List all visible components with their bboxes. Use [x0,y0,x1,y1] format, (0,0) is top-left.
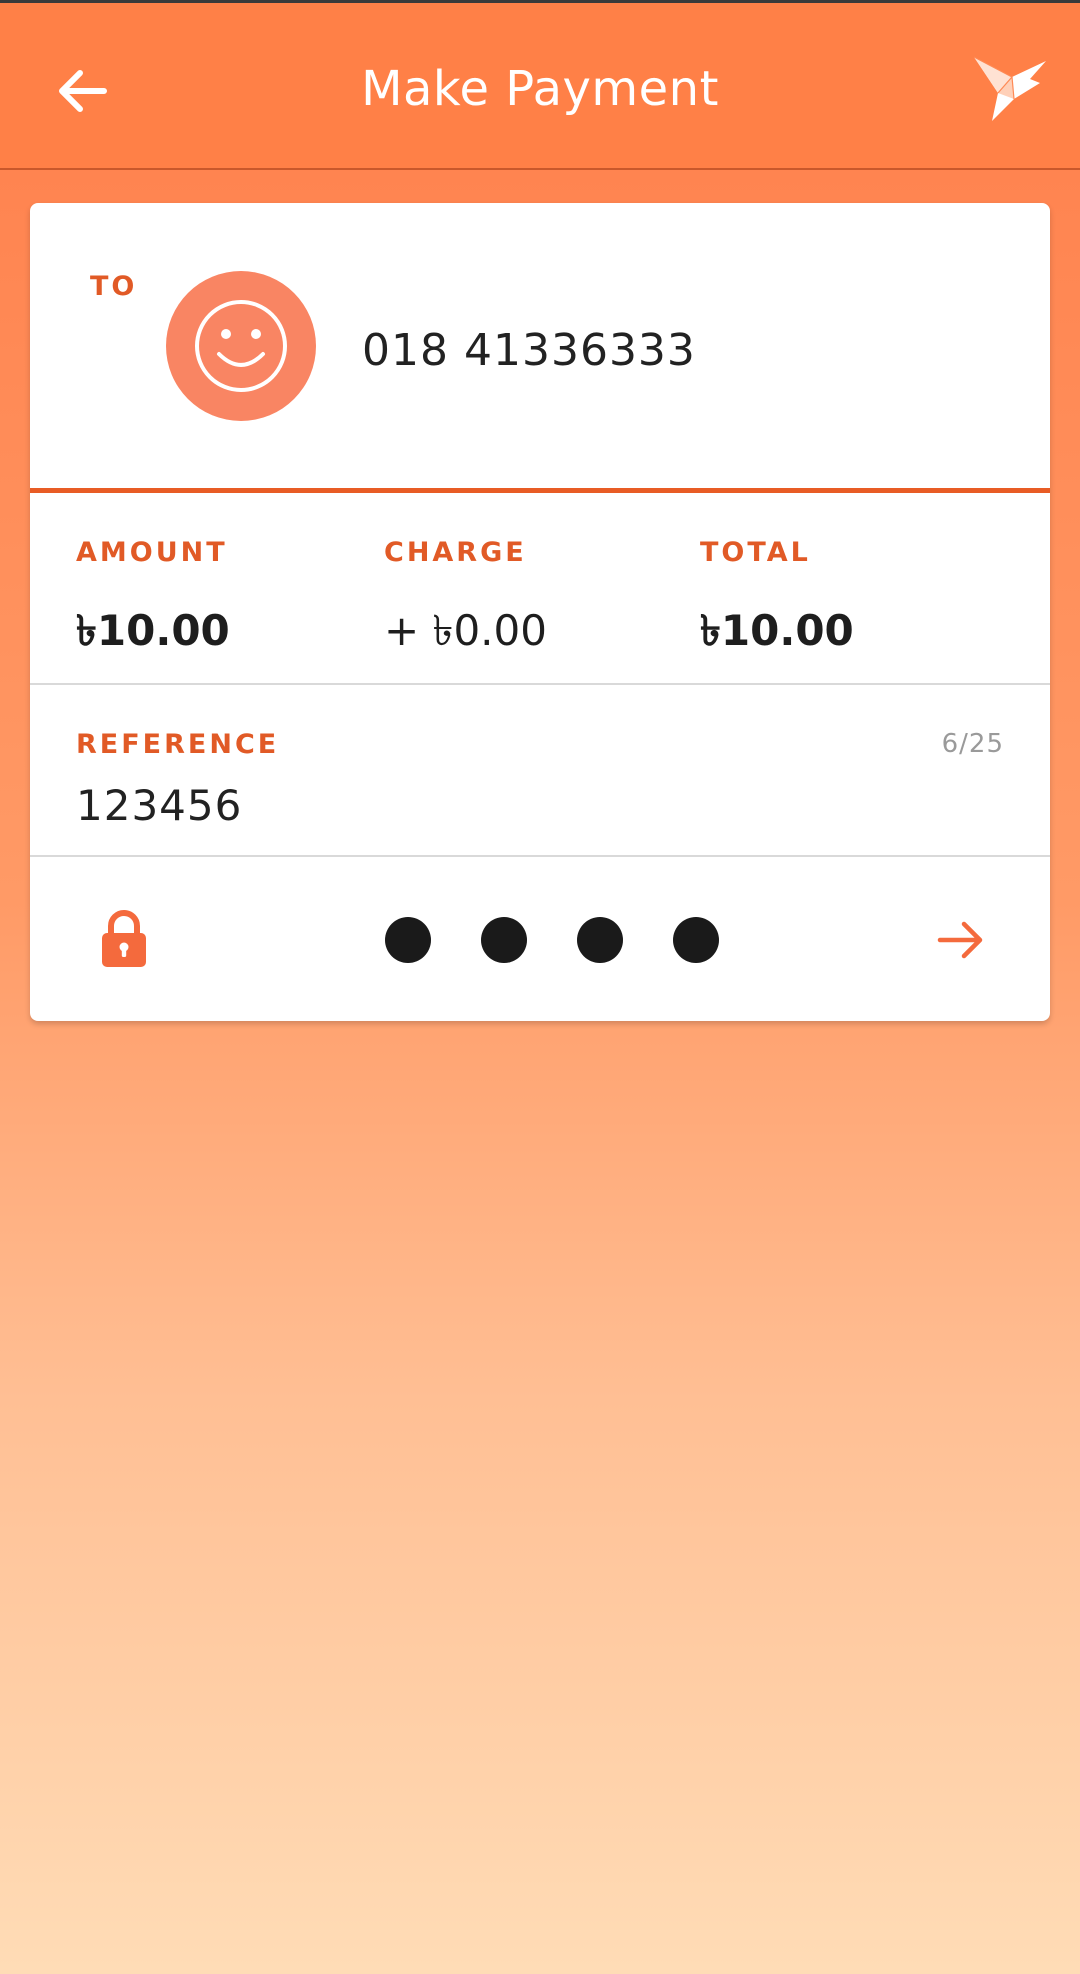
to-label: TO [90,271,138,302]
amount-column: AMOUNT ৳10.00 [76,537,230,669]
pin-dot-2 [481,917,527,963]
total-column: TOTAL ৳10.00 [700,537,854,669]
reference-input[interactable]: 123456 [76,781,242,830]
app-header: Make Payment [0,0,1080,170]
amount-label: AMOUNT [76,537,228,568]
smiley-face-icon [195,300,287,392]
recipient-number: 018 41336333 [362,325,696,376]
avatar [166,271,316,421]
pin-section [30,857,1050,1021]
amount-value: ৳10.00 [76,606,230,655]
pin-dot-4 [673,917,719,963]
total-value: ৳10.00 [700,606,854,655]
charge-column: CHARGE + ৳0.00 [384,537,547,669]
page-title: Make Payment [361,61,719,117]
pin-dot-3 [577,917,623,963]
lock-icon [100,909,148,973]
next-button[interactable] [936,915,986,969]
pin-dot-1 [385,917,431,963]
origami-bird-logo-icon [968,49,1048,129]
recipient-section: TO 018 41336333 [30,203,1050,493]
reference-field[interactable]: REFERENCE 6/25 123456 [30,685,1050,857]
arrow-right-icon [937,921,983,959]
charge-value: + ৳0.00 [384,606,547,655]
reference-char-counter: 6/25 [941,729,1004,759]
total-label: TOTAL [700,537,811,568]
amount-summary: AMOUNT ৳10.00 CHARGE + ৳0.00 TOTAL ৳10.0… [30,493,1050,685]
payment-card: TO 018 41336333 AMOUNT ৳10.00 CHARGE + ৳… [30,203,1050,1021]
reference-label: REFERENCE [76,729,280,760]
charge-label: CHARGE [384,537,527,568]
